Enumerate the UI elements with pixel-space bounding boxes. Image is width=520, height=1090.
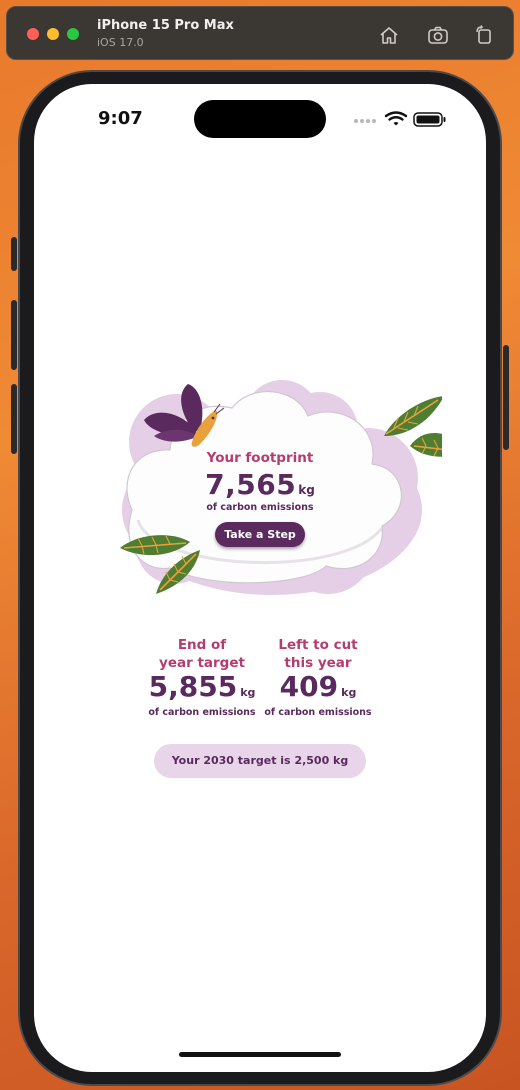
battery-icon	[413, 112, 446, 127]
footprint-value: 7,565	[205, 468, 297, 501]
footprint-unit: kg	[298, 483, 315, 497]
left-to-cut-caption: of carbon emissions	[264, 707, 372, 718]
status-icons	[354, 111, 446, 127]
home-icon[interactable]	[378, 25, 400, 45]
signal-dots-icon	[354, 119, 376, 123]
status-time: 9:07	[98, 108, 143, 129]
end-of-year-value: 5,855	[148, 670, 238, 703]
volume-down-button	[11, 384, 17, 454]
volume-up-button	[11, 300, 17, 370]
left-to-cut-value: 409	[279, 670, 339, 703]
phone-screen: 9:07 Your footprint 7,565 kg of carbon e…	[34, 84, 486, 1072]
close-window-button[interactable]	[27, 28, 39, 40]
home-indicator[interactable]	[179, 1052, 341, 1057]
simulator-titlebar: iPhone 15 Pro Max iOS 17.0	[6, 6, 514, 60]
dynamic-island	[194, 100, 326, 138]
wifi-icon	[384, 111, 408, 126]
left-to-cut-title: Left to cut this year	[278, 637, 358, 671]
take-a-step-button[interactable]: Take a Step	[215, 522, 305, 547]
power-button	[503, 345, 509, 450]
rotate-icon[interactable]	[473, 25, 495, 45]
zoom-window-button[interactable]	[67, 28, 79, 40]
simulator-device-name: iPhone 15 Pro Max	[97, 18, 234, 33]
target-2030-badge: Your 2030 target is 2,500 kg	[154, 744, 366, 778]
left-to-cut-value-row: 409 kg	[243, 670, 393, 703]
left-to-cut-unit: kg	[341, 686, 357, 699]
footprint-value-row: 7,565 kg	[160, 468, 360, 501]
simulator-os-version: iOS 17.0	[97, 36, 144, 49]
action-button	[11, 237, 17, 271]
footprint-title: Your footprint	[206, 450, 314, 466]
screenshot-icon[interactable]	[427, 25, 449, 45]
minimize-window-button[interactable]	[47, 28, 59, 40]
footprint-caption: of carbon emissions	[206, 502, 314, 513]
